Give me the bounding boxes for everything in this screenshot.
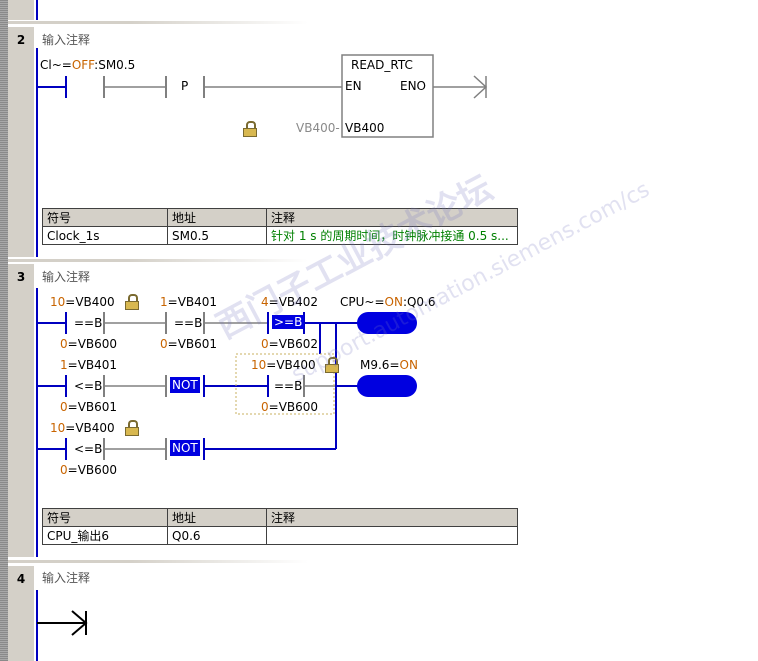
comment-cell[interactable]: 针对 1 s 的周期时间，时钟脉冲接通 0.5 s... bbox=[266, 226, 518, 245]
read-rtc-param[interactable]: VB400 bbox=[345, 121, 384, 135]
positive-edge-label[interactable]: P bbox=[181, 79, 188, 93]
read-rtc-title[interactable]: READ_RTC bbox=[351, 58, 413, 72]
symbol-table-network-3: 符号 地址 注释 CPU_输出6 Q0.6 bbox=[42, 508, 518, 545]
contact-2-operator: ==B bbox=[174, 316, 203, 330]
address-cell[interactable]: SM0.5 bbox=[167, 226, 267, 245]
contact-5-operator: ==B bbox=[274, 379, 303, 393]
contact-3-bottom-label[interactable]: 0=VB602 bbox=[261, 337, 318, 351]
lock-icon bbox=[242, 121, 258, 137]
symbol-cell[interactable]: CPU_输出6 bbox=[42, 526, 168, 545]
address-cell[interactable]: Q0.6 bbox=[167, 526, 267, 545]
coil-m96[interactable] bbox=[357, 375, 417, 397]
not-element-1[interactable]: NOT bbox=[170, 377, 200, 393]
contact-4-bottom-label[interactable]: 0=VB601 bbox=[60, 400, 117, 414]
contact-3-top-label[interactable]: 4=VB402 bbox=[261, 295, 318, 309]
lock-icon bbox=[124, 294, 140, 310]
contact-5-top-label[interactable]: 10=VB400 bbox=[251, 358, 316, 372]
read-rtc-en: EN bbox=[345, 79, 362, 93]
contact-6-top-label[interactable]: 10=VB400 bbox=[50, 421, 115, 435]
table-row[interactable]: CPU_输出6 Q0.6 bbox=[42, 526, 518, 545]
contact-4-top-label[interactable]: 1=VB401 bbox=[60, 358, 117, 372]
contact-3-operator: >=B bbox=[272, 315, 305, 329]
symbol-cell[interactable]: Clock_1s bbox=[42, 226, 168, 245]
contact-2-bottom-label[interactable]: 0=VB601 bbox=[160, 337, 217, 351]
comment-column-header: 注释 bbox=[266, 208, 518, 227]
contact-6-operator: <=B bbox=[74, 442, 103, 456]
contact-6-bottom-label[interactable]: 0=VB600 bbox=[60, 463, 117, 477]
contact-1-operator: ==B bbox=[74, 316, 103, 330]
contact-1-top-label[interactable]: 10=VB400 bbox=[50, 295, 115, 309]
read-rtc-param-value: VB400- bbox=[296, 121, 340, 135]
coil-m96-label[interactable]: M9.6=ON bbox=[360, 358, 418, 372]
address-column-header: 地址 bbox=[167, 508, 267, 527]
symbol-column-header: 符号 bbox=[42, 208, 168, 227]
contact-sm05-label[interactable]: Cl~=OFF:SM0.5 bbox=[40, 58, 135, 72]
table-row[interactable]: Clock_1s SM0.5 针对 1 s 的周期时间，时钟脉冲接通 0.5 s… bbox=[42, 226, 518, 245]
contact-5-bottom-label[interactable]: 0=VB600 bbox=[261, 400, 318, 414]
comment-column-header: 注释 bbox=[266, 508, 518, 527]
address-column-header: 地址 bbox=[167, 208, 267, 227]
contact-1-bottom-label[interactable]: 0=VB600 bbox=[60, 337, 117, 351]
lock-icon bbox=[124, 420, 140, 436]
symbol-table-network-2: 符号 地址 注释 Clock_1s SM0.5 针对 1 s 的周期时间，时钟脉… bbox=[42, 208, 518, 245]
comment-cell[interactable] bbox=[266, 526, 518, 545]
coil-q06-label[interactable]: CPU~=ON:Q0.6 bbox=[340, 295, 436, 309]
read-rtc-eno: ENO bbox=[400, 79, 427, 93]
coil-q06[interactable] bbox=[357, 312, 417, 334]
lock-icon bbox=[324, 357, 340, 373]
symbol-column-header: 符号 bbox=[42, 508, 168, 527]
contact-2-top-label[interactable]: 1=VB401 bbox=[160, 295, 217, 309]
not-element-2[interactable]: NOT bbox=[170, 440, 200, 456]
contact-4-operator: <=B bbox=[74, 379, 103, 393]
